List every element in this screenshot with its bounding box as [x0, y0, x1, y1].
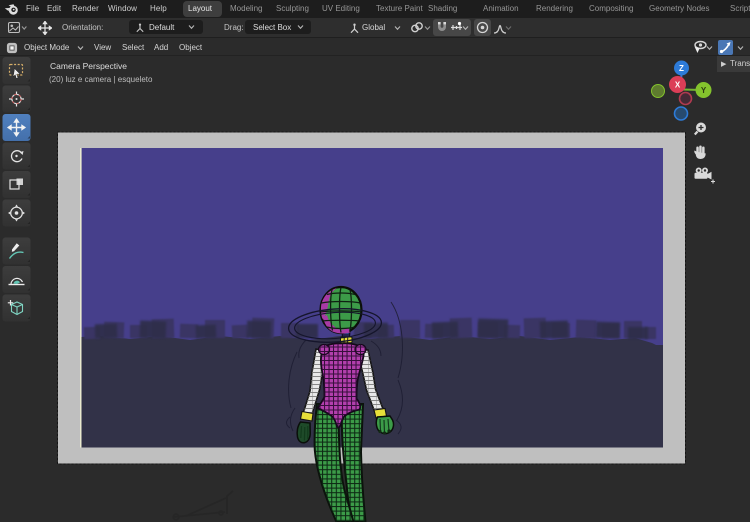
svg-text:X: X [675, 81, 681, 90]
svg-text:Z: Z [679, 64, 684, 73]
svg-text:Y: Y [701, 86, 707, 95]
